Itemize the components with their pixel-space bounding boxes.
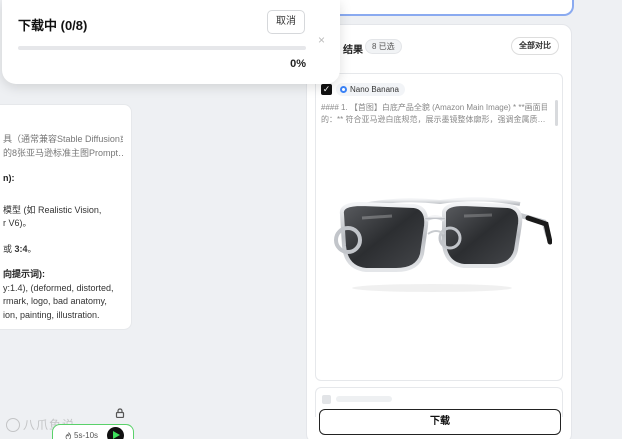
results-panel: 结果 8 已选 全部对比 ✓ Nano Banana #### 1. 【首图】白… — [306, 24, 572, 439]
play-icon[interactable] — [107, 427, 124, 439]
prompt-preview-line: 的：** 符合亚马逊白底规范，展示墨镜整体廓形，强调金属质… — [321, 115, 546, 124]
model-logo-icon — [340, 86, 347, 93]
compare-all-button[interactable]: 全部对比 — [511, 37, 559, 55]
results-header: 结果 8 已选 全部对比 — [307, 37, 571, 56]
flame-icon — [65, 431, 71, 439]
prompt-preview: #### 1. 【首图】白底产品全貌 (Amazon Main Image) *… — [321, 102, 547, 126]
progress-percent: 0% — [290, 58, 306, 70]
prompt-line: 或 3:4。 — [3, 243, 37, 254]
download-progress-popover: 下载中 (0/8) 取消 × 0% — [2, 0, 340, 84]
prompt-output-panel: 具（通常兼容Stable Diffusion或 的8张亚马逊标准主图Prompt… — [0, 104, 132, 330]
prompt-line: 向提示词): — [3, 269, 45, 279]
prompt-line: r V6)。 — [3, 218, 32, 228]
prompt-line: 具（通常兼容Stable Diffusion或 — [3, 134, 123, 144]
prompt-line: 的8张亚马逊标准主图Prompt… — [3, 147, 123, 158]
duration-label: 5s-10s — [65, 431, 98, 439]
close-icon[interactable]: × — [318, 34, 325, 46]
result-card[interactable]: ✓ Nano Banana #### 1. 【首图】白底产品全貌 (Amazon… — [315, 73, 563, 381]
prompt-line: 模型 (如 Realistic Vision, — [3, 204, 102, 215]
prompt-input-area-edge[interactable] — [330, 0, 574, 16]
prompt-line: rmark, logo, bad anatomy, — [3, 296, 107, 306]
download-button[interactable]: 下载 — [319, 409, 561, 435]
progress-bar — [18, 46, 306, 50]
prompt-line: n): — [3, 173, 15, 183]
sunglasses-product-image[interactable] — [332, 182, 552, 302]
model-tag: Nano Banana — [336, 83, 405, 96]
prompt-line: y:1.4), (deformed, distorted, — [3, 282, 114, 293]
prompt-preview-line: #### 1. 【首图】白底产品全貌 (Amazon Main Image) *… — [321, 103, 547, 112]
results-title: 结果 — [343, 45, 363, 56]
popover-title: 下载中 (0/8) — [18, 18, 88, 33]
select-checkbox[interactable]: ✓ — [321, 84, 332, 95]
cancel-button[interactable]: 取消 — [267, 10, 305, 34]
prompt-line: ion, painting, illustration. — [3, 309, 100, 320]
select-checkbox[interactable] — [322, 395, 331, 404]
video-duration-control[interactable]: 5s-10s — [52, 424, 134, 439]
prompt-scrollbar[interactable] — [555, 100, 558, 126]
lock-icon[interactable] — [115, 408, 125, 418]
model-name: Nano Banana — [350, 85, 399, 94]
watermark-logo-icon — [6, 417, 20, 432]
duration-text: 5s-10s — [74, 431, 99, 439]
selected-count-badge: 8 已选 — [365, 39, 402, 54]
model-tag-placeholder — [336, 396, 392, 402]
